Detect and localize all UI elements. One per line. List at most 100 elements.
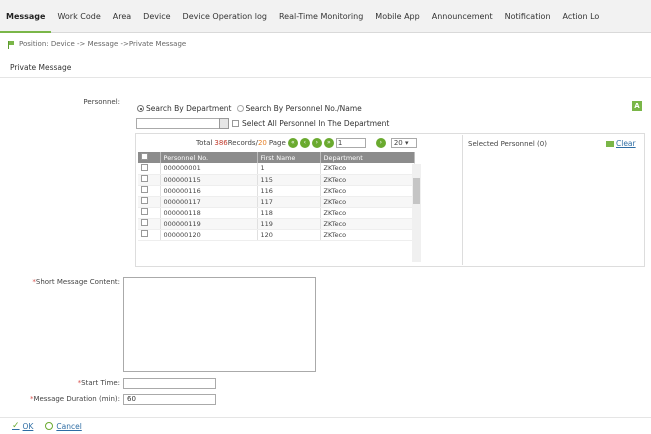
cell-first-name: 115 (257, 174, 321, 186)
row-checkbox[interactable] (141, 208, 148, 215)
radio-personnel-icon[interactable] (236, 105, 244, 112)
row-checkbox[interactable] (141, 175, 148, 182)
select-all-row: Select All Personnel In The Department (232, 119, 389, 128)
page-title: Private Message (0, 58, 651, 78)
header-checkbox[interactable] (141, 153, 148, 160)
row-checkbox[interactable] (141, 186, 148, 193)
ok-label: OK (22, 421, 34, 431)
page-size-select[interactable]: 20 ▾ (390, 138, 417, 148)
pager-records-label: Records/ (227, 139, 258, 147)
ok-button[interactable]: ✓ OK (12, 421, 33, 431)
nav-announcement[interactable]: Announcement (426, 0, 499, 33)
table-row[interactable]: 000000120 120 ZKTeco (138, 229, 415, 241)
nav-real-time-monitoring[interactable]: Real-Time Monitoring (273, 0, 369, 33)
clear-label: Clear (616, 139, 636, 148)
nav-notification[interactable]: Notification (499, 0, 557, 33)
pager-pages: 20 (257, 139, 267, 147)
table-scroll-thumb[interactable] (413, 178, 420, 204)
table-row[interactable]: 000000115 115 ZKTeco (138, 174, 415, 186)
pager-total-prefix: Total (196, 139, 213, 147)
page-size-value: 20 (393, 139, 403, 147)
cell-department: ZKTeco (320, 229, 415, 241)
cell-department: ZKTeco (320, 196, 415, 208)
row-checkbox-cell[interactable] (138, 174, 161, 186)
cell-personnel-no: 000000117 (160, 196, 258, 208)
nav-area[interactable]: Area (107, 0, 137, 33)
department-picker-button[interactable] (219, 118, 229, 129)
flag-icon (8, 40, 15, 49)
go-page-icon[interactable]: › (375, 138, 386, 148)
cell-personnel-no: 000000116 (160, 185, 258, 197)
cell-first-name: 117 (257, 196, 321, 208)
row-checkbox[interactable] (141, 163, 148, 171)
radio-personnel-label[interactable]: Search By Personnel No./Name (246, 104, 362, 113)
personnel-label: Personnel: (83, 98, 120, 106)
department-input[interactable] (136, 118, 226, 129)
table-row[interactable]: 000000001 1 ZKTeco (138, 163, 415, 175)
cancel-icon (45, 422, 54, 430)
row-checkbox[interactable] (141, 219, 148, 226)
table-row[interactable]: 000000116 116 ZKTeco (138, 185, 415, 197)
clear-icon (606, 140, 614, 147)
personnel-badge-icon[interactable]: A (632, 101, 642, 111)
row-checkbox[interactable] (141, 197, 148, 204)
table-header-row: Personnel No. First Name Department (138, 152, 415, 163)
cell-first-name: 120 (257, 229, 321, 241)
row-checkbox[interactable] (141, 230, 148, 237)
radio-department-icon[interactable] (137, 105, 144, 112)
cell-department: ZKTeco (320, 207, 415, 219)
prev-page-icon[interactable]: ‹ (299, 138, 310, 148)
message-duration-label: *Message Duration (min): (29, 395, 120, 403)
row-checkbox-cell[interactable] (138, 185, 161, 197)
header-checkbox-cell[interactable] (138, 152, 161, 163)
radio-department-label[interactable]: Search By Department (146, 104, 232, 113)
search-mode-radios: Search By Department Search By Personnel… (137, 104, 362, 113)
row-checkbox-cell[interactable] (138, 196, 161, 208)
table-row[interactable]: 000000117 117 ZKTeco (138, 196, 415, 208)
select-all-checkbox[interactable] (232, 120, 239, 127)
next-page-icon[interactable]: › (311, 138, 322, 148)
pager-page-label: Page (268, 139, 286, 147)
nav-device[interactable]: Device (137, 0, 176, 33)
start-time-input[interactable] (123, 378, 216, 389)
top-navigation: Message Work Code Area Device Device Ope… (0, 0, 651, 33)
col-department[interactable]: Department (320, 152, 415, 163)
row-checkbox-cell[interactable] (138, 163, 161, 175)
check-icon: ✓ (12, 421, 20, 431)
cell-first-name: 118 (257, 207, 321, 219)
message-duration-input[interactable]: 60 (123, 394, 216, 405)
table-row[interactable]: 000000119 119 ZKTeco (138, 218, 415, 230)
cell-department: ZKTeco (320, 218, 415, 230)
cancel-button[interactable]: Cancel (45, 421, 82, 431)
select-all-label: Select All Personnel In The Department (242, 119, 390, 128)
selected-personnel-title: Selected Personnel (0) (468, 140, 547, 148)
nav-work-code[interactable]: Work Code (51, 0, 106, 33)
col-first-name[interactable]: First Name (257, 152, 321, 163)
cell-department: ZKTeco (320, 163, 415, 175)
cell-personnel-no: 000000118 (160, 207, 258, 219)
cell-personnel-no: 000000115 (160, 174, 258, 186)
row-checkbox-cell[interactable] (138, 229, 161, 241)
row-checkbox-cell[interactable] (138, 218, 161, 230)
page-number-input[interactable]: 1 (335, 138, 366, 148)
cell-department: ZKTeco (320, 174, 415, 186)
nav-message[interactable]: Message (0, 0, 52, 33)
row-checkbox-cell[interactable] (138, 207, 161, 219)
form-footer: ✓ OK Cancel (0, 417, 651, 434)
nav-mobile-app[interactable]: Mobile App (369, 0, 425, 33)
cell-personnel-no: 000000001 (160, 163, 258, 175)
last-page-icon[interactable]: » (323, 138, 334, 148)
clear-button[interactable]: Clear (606, 139, 636, 148)
nav-action-log[interactable]: Action Lo (557, 0, 606, 33)
start-time-label: *Start Time: (77, 379, 120, 387)
personnel-table: Personnel No. First Name Department 0000… (138, 152, 415, 241)
col-personnel-no[interactable]: Personnel No. (160, 152, 258, 163)
first-page-icon[interactable]: « (287, 138, 298, 148)
table-row[interactable]: 000000118 118 ZKTeco (138, 207, 415, 219)
cell-first-name: 119 (257, 218, 321, 230)
nav-device-operation-log[interactable]: Device Operation log (177, 0, 273, 33)
cancel-label: Cancel (56, 421, 82, 431)
short-message-textarea[interactable] (123, 277, 316, 372)
cell-first-name: 116 (257, 185, 321, 197)
cell-personnel-no: 000000120 (160, 229, 258, 241)
